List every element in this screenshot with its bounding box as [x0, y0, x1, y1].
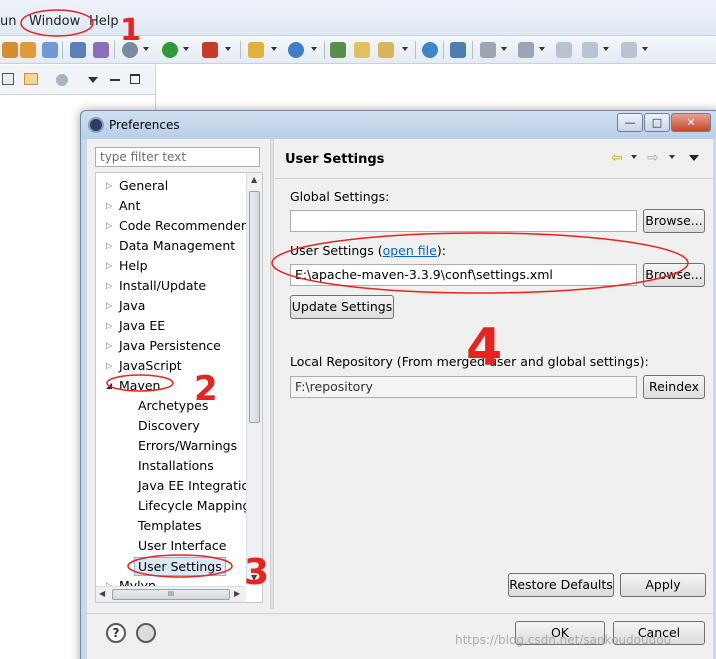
- collapse-arrow-icon[interactable]: ◢: [106, 376, 112, 396]
- filter-input[interactable]: type filter text: [95, 147, 260, 167]
- import-export-icon[interactable]: [136, 623, 156, 643]
- open-folder-icon[interactable]: [354, 42, 370, 58]
- main-toolbar: [0, 36, 716, 64]
- menu-window[interactable]: Window: [29, 14, 80, 29]
- preference-tree: ▷ General ▷ Ant ▷ Code Recommenders ▷ Data M…: [95, 172, 263, 603]
- maximize-button[interactable]: □: [644, 113, 670, 132]
- next-edit-icon[interactable]: [480, 42, 496, 58]
- forward-arrow-icon[interactable]: ⇨: [647, 149, 659, 167]
- pencil-icon[interactable]: [378, 42, 394, 58]
- prev-edit-icon[interactable]: [518, 42, 534, 58]
- global-settings-label: Global Settings:: [290, 189, 390, 204]
- expand-arrow-icon[interactable]: ▷: [106, 316, 112, 336]
- minimize-view-icon[interactable]: [110, 79, 120, 81]
- minimize-button[interactable]: —: [617, 113, 643, 132]
- synchronize-icon[interactable]: [93, 42, 109, 58]
- forward-icon[interactable]: [621, 42, 637, 58]
- panel-divider[interactable]: [270, 139, 274, 609]
- tree-vertical-scroll-thumb[interactable]: [249, 191, 260, 423]
- menu-run[interactable]: un: [0, 14, 16, 29]
- watermark: https://blog.csdn.net/sankoudoudou: [455, 633, 672, 647]
- global-settings-field[interactable]: [290, 210, 637, 232]
- back-arrow-icon[interactable]: ⇦: [611, 149, 623, 167]
- dialog-body: type filter text ▷ General ▷ Ant ▷ Code Rec…: [87, 139, 713, 659]
- refresh-icon[interactable]: [20, 42, 36, 58]
- view-menu-icon[interactable]: [88, 77, 98, 83]
- expand-arrow-icon[interactable]: ▷: [106, 216, 112, 236]
- dialog-titlebar[interactable]: Preferences — □ ✕: [81, 111, 716, 139]
- last-edit-icon[interactable]: [556, 42, 572, 58]
- back-icon[interactable]: [582, 42, 598, 58]
- local-repository-field: F:\repository: [290, 376, 637, 398]
- menu-bar: un Window Help: [0, 0, 716, 36]
- menu-help[interactable]: Help: [89, 14, 119, 29]
- user-settings-label: User Settings (open file):: [290, 243, 446, 258]
- open-file-link[interactable]: open file: [383, 243, 437, 258]
- external-tools-icon[interactable]: [202, 42, 218, 58]
- expand-arrow-icon[interactable]: ▷: [106, 176, 112, 196]
- scroll-down-icon[interactable]: ▼: [251, 573, 257, 582]
- user-settings-field[interactable]: E:\apache-maven-3.3.9\conf\settings.xml: [290, 264, 637, 286]
- scroll-right-icon[interactable]: ▶: [234, 589, 240, 598]
- dialog-footer-separator: [87, 613, 713, 614]
- browse-global-button[interactable]: Browse...: [643, 209, 705, 233]
- local-repository-label: Local Repository (From merged user and g…: [290, 354, 649, 369]
- tree-horizontal-scroll-thumb[interactable]: III: [112, 589, 230, 600]
- eclipse-icon: [88, 117, 104, 133]
- back-dropdown-icon[interactable]: [631, 155, 637, 159]
- page-navigation: ⇦ ⇨: [607, 149, 703, 167]
- tree-vertical-scrollbar[interactable]: ▲ ▼: [246, 173, 262, 586]
- expand-arrow-icon[interactable]: ▷: [106, 296, 112, 316]
- open-type-icon[interactable]: [42, 42, 58, 58]
- next-annotation-icon[interactable]: [450, 42, 466, 58]
- expand-arrow-icon[interactable]: ▷: [106, 196, 112, 216]
- build-icon[interactable]: [2, 42, 18, 58]
- new-java-class-icon[interactable]: [288, 42, 304, 58]
- page-header-separator: [275, 178, 713, 179]
- debug-icon[interactable]: [122, 42, 138, 58]
- reindex-button[interactable]: Reindex: [643, 375, 705, 399]
- scroll-left-icon[interactable]: ◀: [99, 589, 105, 598]
- tree-horizontal-scrollbar[interactable]: ◀ III ▶: [96, 586, 246, 602]
- filter-icon[interactable]: [56, 74, 68, 86]
- preferences-dialog: Preferences — □ ✕ type filter text ▷ Gene…: [80, 110, 716, 659]
- expand-arrow-icon[interactable]: ▷: [106, 356, 112, 376]
- task-list-icon[interactable]: [70, 42, 86, 58]
- preference-page: User Settings ⇦ ⇨ Global Settings: Brows…: [275, 139, 713, 609]
- run-icon[interactable]: [162, 42, 178, 58]
- expand-arrow-icon[interactable]: ▷: [106, 256, 112, 276]
- apply-button[interactable]: Apply: [620, 573, 706, 597]
- page-menu-icon[interactable]: [689, 155, 699, 161]
- page-title: User Settings: [285, 152, 385, 167]
- maximize-view-icon[interactable]: [130, 74, 140, 84]
- forward-dropdown-icon[interactable]: [669, 155, 675, 159]
- expand-arrow-icon[interactable]: ▷: [106, 276, 112, 296]
- globe-icon[interactable]: [422, 42, 438, 58]
- browse-user-button[interactable]: Browse...: [643, 263, 705, 287]
- expand-arrow-icon[interactable]: ▷: [106, 236, 112, 256]
- new-server-icon[interactable]: [248, 42, 264, 58]
- restore-defaults-button[interactable]: Restore Defaults: [508, 573, 614, 597]
- collapse-all-icon[interactable]: [2, 73, 14, 85]
- help-icon[interactable]: ?: [106, 623, 126, 643]
- open-project-icon[interactable]: [330, 42, 346, 58]
- close-button[interactable]: ✕: [671, 113, 711, 132]
- scroll-up-icon[interactable]: ▲: [251, 175, 257, 184]
- link-editor-icon[interactable]: [24, 73, 38, 85]
- package-explorer-toolbar: [0, 65, 156, 95]
- dialog-title: Preferences: [109, 118, 180, 132]
- expand-arrow-icon[interactable]: ▷: [106, 336, 112, 356]
- update-settings-button[interactable]: Update Settings: [290, 295, 394, 319]
